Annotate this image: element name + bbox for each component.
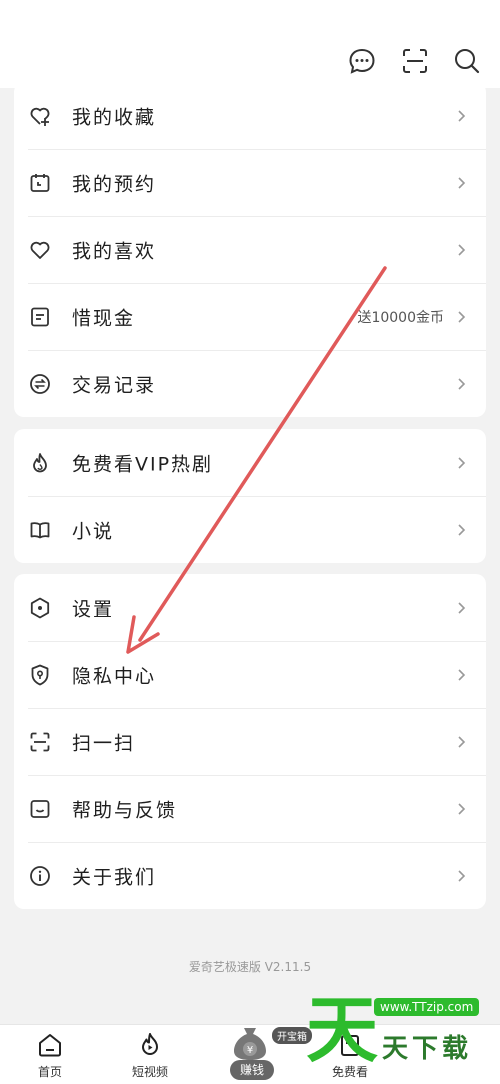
chevron-right-icon (452, 241, 470, 259)
row-label: 设置 (72, 598, 115, 620)
chevron-right-icon (452, 454, 470, 472)
nav-earn-label[interactable]: 赚钱 (230, 1060, 274, 1080)
row-label: 免费看VIP热剧 (72, 453, 214, 475)
watermark-url: www.TTzip.com (374, 998, 480, 1016)
app-version: 爱奇艺极速版 V2.11.5 (188, 960, 312, 974)
chevron-right-icon (452, 800, 470, 818)
row-my-reservations[interactable]: 我的预约 (14, 149, 486, 216)
row-privacy-center[interactable]: 隐私中心 (14, 641, 486, 708)
document-icon (28, 305, 52, 329)
content-card: 免费看VIP热剧 小说 (14, 429, 486, 563)
row-novel[interactable]: 小说 (14, 496, 486, 563)
money-bag-icon[interactable]: ¥ (228, 1022, 272, 1062)
chevron-right-icon (452, 521, 470, 539)
row-transactions[interactable]: 交易记录 (14, 350, 486, 417)
search-icon[interactable] (452, 46, 482, 76)
nav-home[interactable]: 首页 (10, 1031, 90, 1080)
info-icon (28, 864, 52, 888)
row-my-likes[interactable]: 我的喜欢 (14, 216, 486, 283)
row-label: 我的喜欢 (72, 240, 157, 262)
nav-home-label: 首页 (37, 1065, 62, 1079)
svg-text:¥: ¥ (247, 1045, 253, 1056)
row-my-favorites[interactable]: 我的收藏 (14, 82, 486, 149)
chevron-right-icon (452, 666, 470, 684)
message-icon[interactable] (347, 46, 377, 76)
row-cash[interactable]: 惜现金 送10000金币 (14, 283, 486, 350)
feedback-icon (28, 797, 52, 821)
row-label: 交易记录 (72, 374, 157, 396)
shield-icon (28, 663, 52, 687)
chevron-right-icon (452, 867, 470, 885)
settings-card: 设置 隐私中心 扫一扫 帮助与反馈 关于我们 (14, 574, 486, 909)
chevron-right-icon (452, 733, 470, 751)
watermark-text: 天下载 (382, 1034, 473, 1064)
row-label: 帮助与反馈 (72, 799, 178, 821)
home-icon (36, 1031, 64, 1059)
chevron-right-icon (452, 375, 470, 393)
row-help-feedback[interactable]: 帮助与反馈 (14, 775, 486, 842)
row-label: 隐私中心 (72, 665, 157, 687)
settings-icon (28, 596, 52, 620)
row-label: 我的预约 (72, 173, 157, 195)
row-about-us[interactable]: 关于我们 (14, 842, 486, 909)
exchange-icon (28, 372, 52, 396)
row-label: 关于我们 (72, 866, 157, 888)
row-label: 惜现金 (72, 307, 136, 329)
scan-icon (28, 730, 52, 754)
chevron-right-icon (452, 107, 470, 125)
row-free-vip[interactable]: 免费看VIP热剧 (14, 429, 486, 496)
row-label: 扫一扫 (72, 732, 136, 754)
chevron-right-icon (452, 599, 470, 617)
chevron-right-icon (452, 174, 470, 192)
watermark-logo: 天 (306, 988, 379, 1072)
heart-plus-icon (28, 104, 52, 128)
flame-play-icon (136, 1031, 164, 1059)
row-settings[interactable]: 设置 (14, 574, 486, 641)
calendar-icon (28, 171, 52, 195)
scan-icon[interactable] (400, 46, 430, 76)
row-label: 小说 (72, 520, 115, 542)
my-list-card: 我的收藏 我的预约 我的喜欢 惜现金 送10000金币 交易记录 (14, 82, 486, 417)
coin-reward-text: 送10000金币 (357, 309, 444, 326)
chevron-right-icon (452, 308, 470, 326)
top-bar (0, 0, 500, 88)
nav-short-video[interactable]: 短视频 (110, 1031, 190, 1080)
heart-icon (28, 238, 52, 262)
nav-short-video-label: 短视频 (131, 1065, 168, 1079)
site-watermark: 天 www.TTzip.com 天下载 (306, 990, 500, 1084)
row-label: 我的收藏 (72, 106, 157, 128)
row-scan[interactable]: 扫一扫 (14, 708, 486, 775)
book-icon (28, 518, 52, 542)
flame-icon (28, 451, 52, 475)
